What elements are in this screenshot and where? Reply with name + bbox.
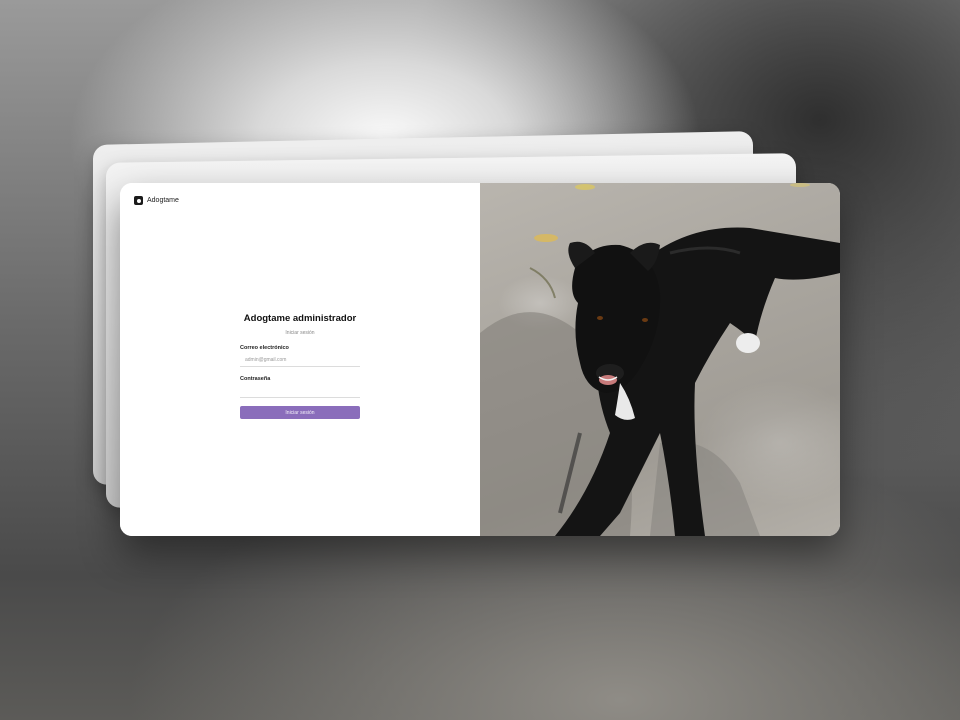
- password-field[interactable]: [240, 385, 360, 398]
- brand[interactable]: Adogtame: [134, 196, 179, 205]
- logo-icon: [134, 196, 143, 205]
- login-pane: Adogtame Adogtame administrador Iniciar …: [120, 183, 480, 536]
- login-button[interactable]: Iniciar sesión: [240, 406, 360, 419]
- email-label: Correo electrónico: [240, 345, 289, 351]
- page-title: Adogtame administrador: [243, 313, 357, 324]
- page-subtitle: Iniciar sesión: [285, 330, 315, 336]
- password-label: Contraseña: [240, 376, 271, 382]
- black-dog-image: [480, 183, 840, 536]
- brand-name: Adogtame: [147, 197, 179, 204]
- login-form: Adogtame administrador Iniciar sesión Co…: [240, 313, 360, 419]
- login-window: Adogtame Adogtame administrador Iniciar …: [120, 183, 840, 536]
- dog-photo: [480, 183, 840, 536]
- email-field[interactable]: [240, 354, 360, 367]
